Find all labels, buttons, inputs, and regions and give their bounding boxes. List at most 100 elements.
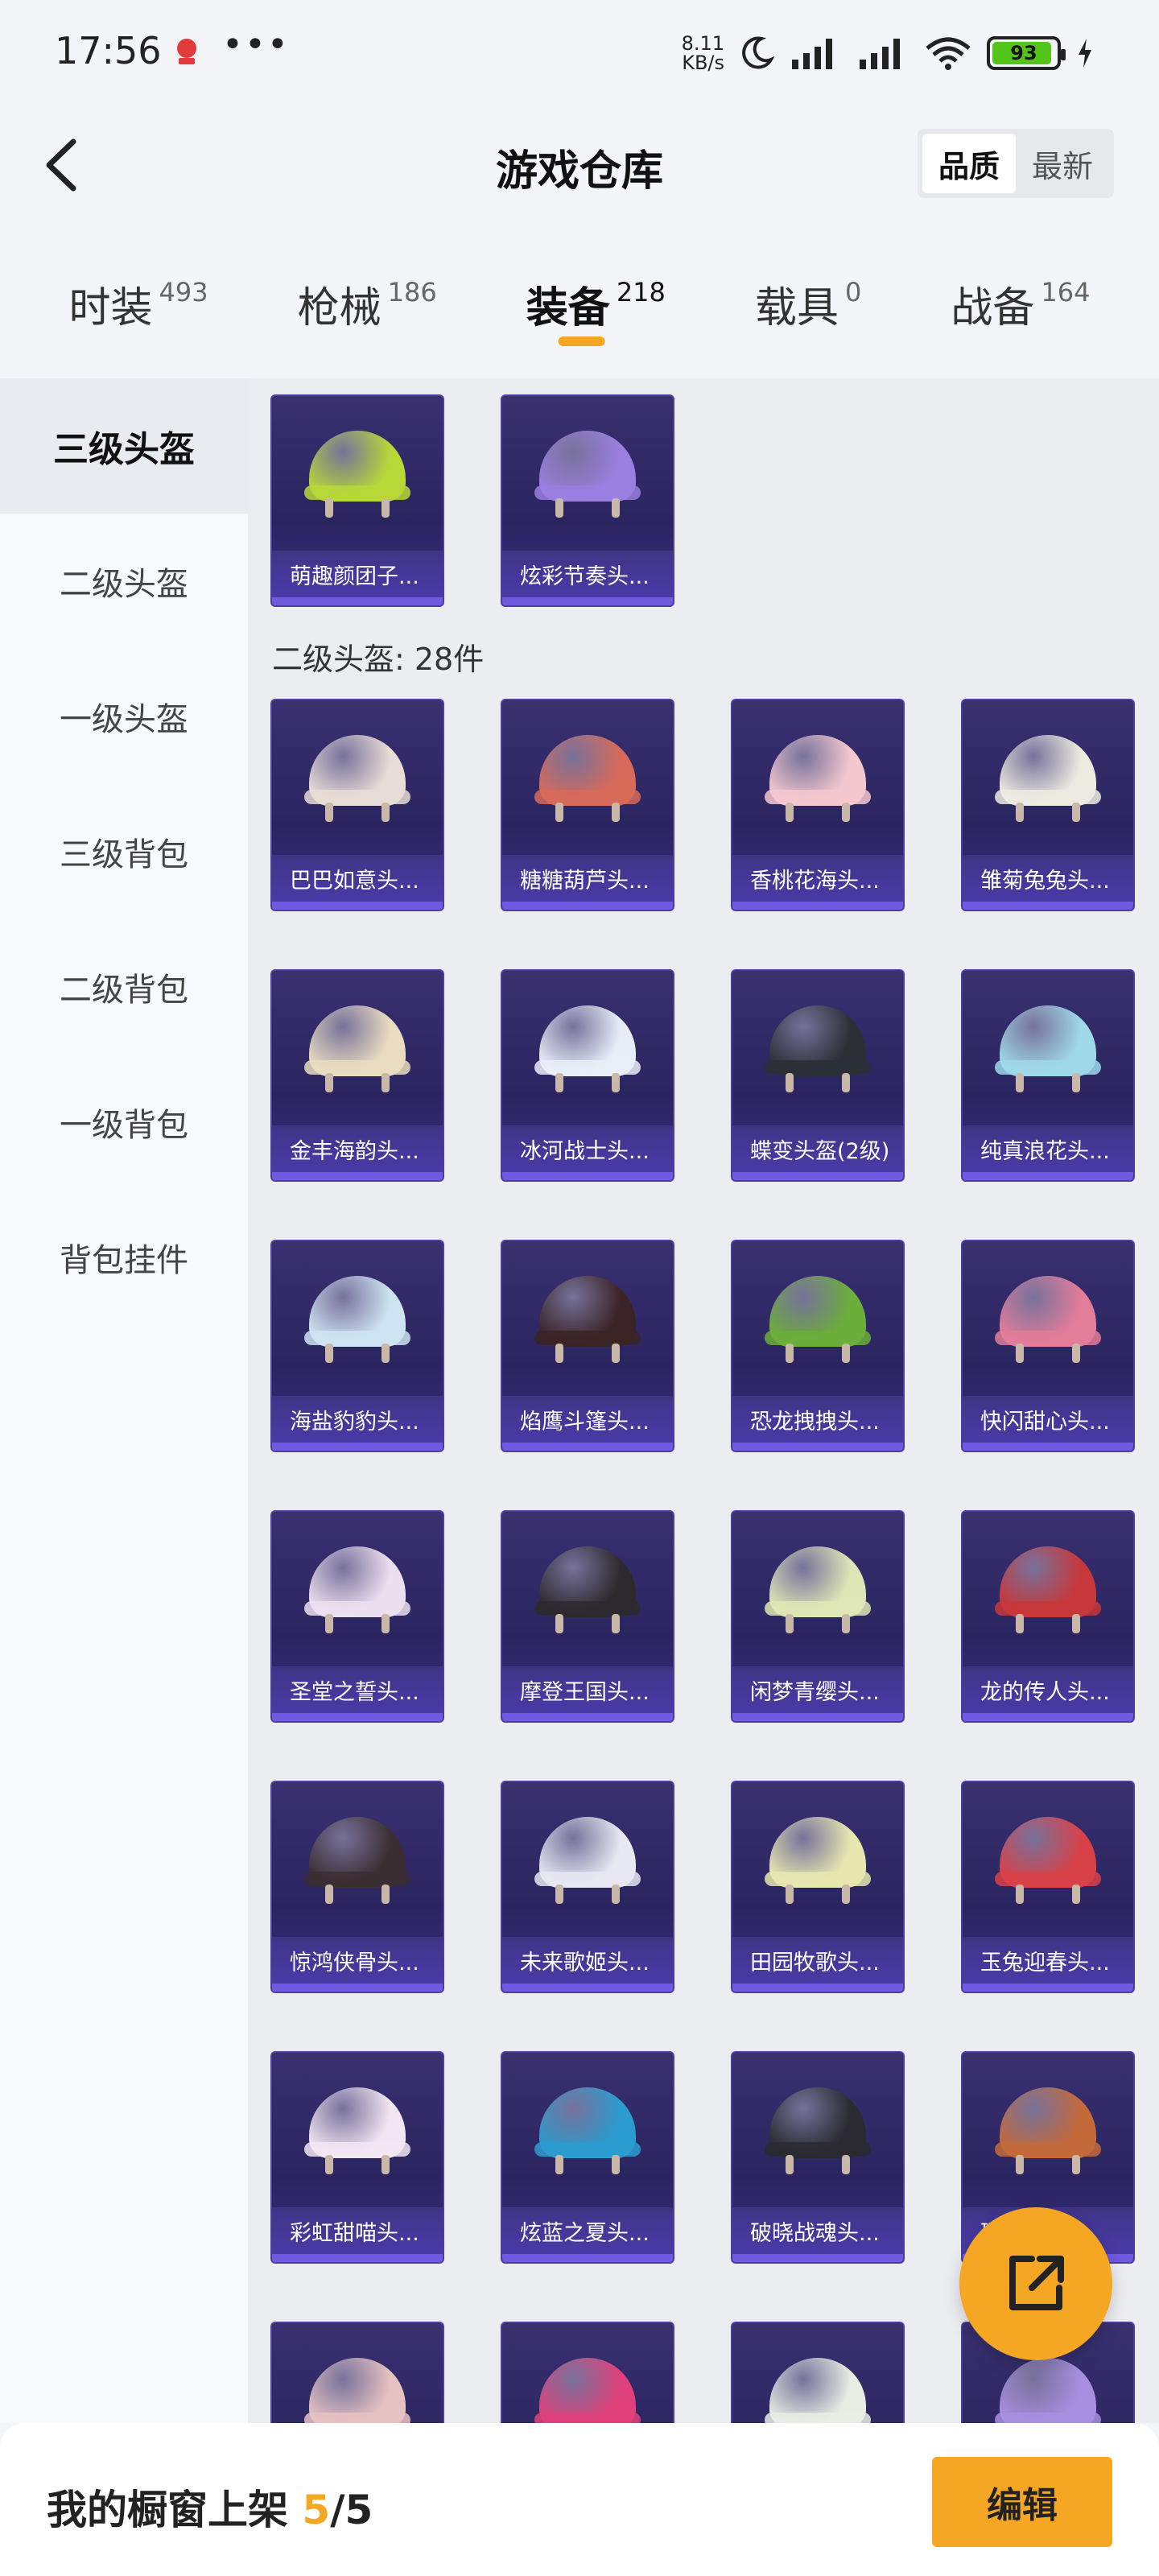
helmet-strap (842, 2155, 850, 2174)
item-card[interactable]: 糖糖葫芦头... (501, 699, 674, 911)
item-card[interactable]: 彩虹甜喵头... (270, 2051, 444, 2264)
sidebar-item-lvl3-helmet[interactable]: 三级头盔 (0, 378, 248, 514)
item-name: 龙的传人头... (963, 1666, 1133, 1713)
item-card[interactable]: 冰河战士头... (501, 969, 674, 1182)
item-name: 田园牧歌头... (732, 1937, 903, 1984)
item-card[interactable]: 焰鹰斗篷头... (501, 1240, 674, 1452)
helmet-strap (842, 1344, 850, 1363)
rarity-bar (963, 1172, 1133, 1180)
helmet-strap (1072, 1073, 1080, 1092)
helmet-icon (761, 1269, 874, 1366)
active-tab-indicator (558, 336, 605, 346)
item-card[interactable]: 田园牧歌头... (731, 1781, 905, 1993)
item-card[interactable] (270, 2322, 444, 2423)
item-card[interactable]: 香桃花海头... (731, 699, 905, 911)
helmet-strap (1072, 803, 1080, 822)
item-card[interactable]: 纯真浪花头... (961, 969, 1135, 1182)
helmet-strap (382, 1885, 390, 1904)
item-image (963, 1241, 1133, 1394)
helmet-icon (761, 1810, 874, 1907)
item-card[interactable]: 炫蓝之夏头... (501, 2051, 674, 2264)
item-image (732, 1782, 903, 1935)
item-card[interactable]: 炫彩节奏头... (501, 394, 674, 607)
item-name: 香桃花海头... (732, 855, 903, 902)
helmet-brim (765, 2413, 871, 2423)
item-card[interactable]: 圣堂之誓头... (270, 1510, 444, 1723)
helmet-icon (761, 729, 874, 825)
helmet-icon (992, 1810, 1104, 1907)
sidebar-item-backpack-charm[interactable]: 背包挂件 (0, 1190, 248, 1325)
item-card[interactable] (731, 2322, 905, 2423)
helmet-brim (304, 1060, 410, 1075)
sidebar-item-lvl2-backpack[interactable]: 二级背包 (0, 919, 248, 1055)
helmet-strap (325, 803, 333, 822)
network-speed-unit: KB/s (682, 52, 724, 74)
helmet-strap (786, 1073, 794, 1092)
item-card[interactable]: 雏菊兔兔头... (961, 699, 1135, 911)
item-image (502, 1241, 673, 1394)
item-image (502, 1782, 673, 1935)
helmet-brim (304, 1601, 410, 1616)
sidebar-item-lvl1-backpack[interactable]: 一级背包 (0, 1055, 248, 1190)
item-card[interactable]: 快闪甜心头... (961, 1240, 1135, 1452)
sidebar-item-lvl3-backpack[interactable]: 三级背包 (0, 784, 248, 919)
showcase-label: 我的橱窗上架 (47, 2487, 288, 2533)
item-image (502, 396, 673, 549)
item-card[interactable]: 惊鸿侠骨头... (270, 1781, 444, 1993)
helmet-brim (765, 2142, 871, 2157)
tab-label: 战备 (951, 284, 1035, 332)
helmet-brim (534, 1060, 641, 1075)
item-card[interactable]: 玉兔迎春头... (961, 1781, 1135, 1993)
helmet-brim (534, 485, 641, 500)
section-title-lvl2: 二级头盔: 28件 (272, 642, 485, 677)
item-card[interactable]: 海盐豹豹头... (270, 1240, 444, 1452)
showcase-status: 我的橱窗上架 5/5 (47, 2478, 373, 2536)
rarity-bar (502, 1172, 673, 1180)
tab-count: 186 (387, 277, 437, 308)
helmet-icon (301, 1269, 414, 1366)
item-image (732, 971, 903, 1124)
rarity-bar (732, 1172, 903, 1180)
item-name: 破晓战魂头... (732, 2207, 903, 2254)
rarity-bar (502, 597, 673, 605)
sort-newest-button[interactable]: 最新 (1016, 134, 1109, 193)
item-name: 糖糖葫芦头... (502, 855, 673, 902)
item-name: 海盐豹豹头... (272, 1396, 443, 1443)
sort-quality-button[interactable]: 品质 (922, 134, 1016, 193)
item-card[interactable]: 蝶变头盔(2级) (731, 969, 905, 1182)
item-card[interactable]: 闲梦青缨头... (731, 1510, 905, 1723)
item-card[interactable]: 萌趣颜团子... (270, 394, 444, 607)
tab-equipment[interactable]: 装备 218 (526, 242, 666, 362)
item-card[interactable]: 摩登王国头... (501, 1510, 674, 1723)
item-card[interactable] (501, 2322, 674, 2423)
item-card[interactable]: 金丰海韵头... (270, 969, 444, 1182)
showcase-total: /5 (330, 2487, 373, 2533)
helmet-strap (612, 803, 620, 822)
helmet-icon (531, 424, 644, 521)
item-card[interactable]: 恐龙拽拽头... (731, 1240, 905, 1452)
helmet-icon (301, 729, 414, 825)
share-button[interactable] (959, 2207, 1112, 2360)
helmet-strap (612, 1344, 620, 1363)
item-image (272, 700, 443, 853)
edit-button[interactable]: 编辑 (932, 2457, 1112, 2547)
helmet-brim (995, 790, 1101, 804)
tab-gear[interactable]: 战备 164 (951, 242, 1090, 362)
helmet-icon (761, 2081, 874, 2178)
rarity-bar (272, 1713, 443, 1721)
item-card[interactable]: 龙的传人头... (961, 1510, 1135, 1723)
sidebar-item-lvl2-helmet[interactable]: 二级头盔 (0, 514, 248, 649)
item-image (272, 2053, 443, 2206)
helmet-brim (304, 485, 410, 500)
tab-fashion[interactable]: 时装 493 (69, 242, 208, 362)
sidebar-item-lvl1-helmet[interactable]: 一级头盔 (0, 649, 248, 784)
item-card[interactable]: 未来歌姬头... (501, 1781, 674, 1993)
item-card[interactable]: 巴巴如意头... (270, 699, 444, 911)
tab-vehicles[interactable]: 载具 0 (755, 242, 861, 362)
tab-guns[interactable]: 枪械 186 (298, 242, 437, 362)
helmet-brim (765, 790, 871, 804)
share-icon (1009, 2256, 1064, 2310)
item-name: 炫蓝之夏头... (502, 2207, 673, 2254)
item-card[interactable]: 破晓战魂头... (731, 2051, 905, 2264)
helmet-brim (304, 2413, 410, 2423)
